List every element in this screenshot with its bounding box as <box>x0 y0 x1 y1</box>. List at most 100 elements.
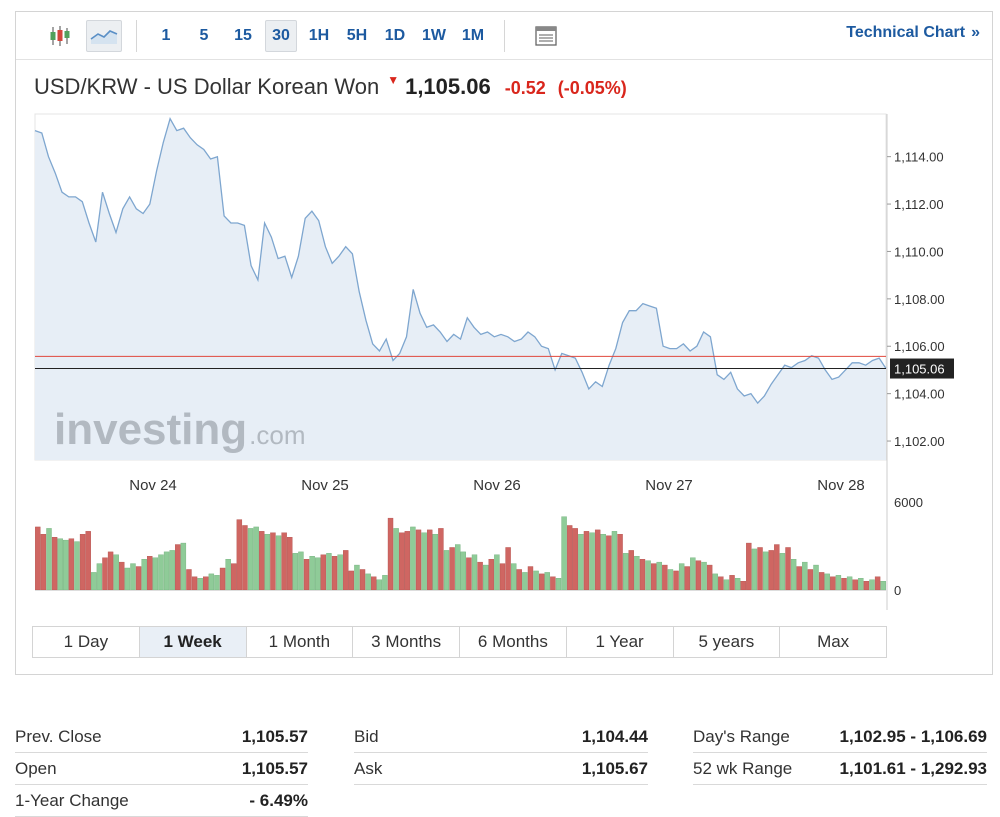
volume-bar <box>874 576 881 591</box>
volume-bar <box>152 557 159 591</box>
volume-bar <box>785 547 791 591</box>
volume-bar <box>701 561 707 591</box>
volume-bar <box>600 534 606 591</box>
stats-column-1: Prev. Close 1,105.57 Open 1,105.57 1-Yea… <box>15 721 308 817</box>
volume-bar <box>247 528 254 591</box>
volume-bar <box>729 575 735 591</box>
stats-column-3: Day's Range 1,102.95 - 1,106.69 52 wk Ra… <box>693 721 987 785</box>
volume-bar <box>74 541 80 591</box>
volume-bar <box>147 556 153 591</box>
volume-bar <box>214 575 220 591</box>
volume-bar <box>712 573 718 591</box>
volume-bar <box>326 553 332 591</box>
volume-bar <box>225 559 231 591</box>
volume-bar <box>337 554 343 591</box>
volume-bar <box>270 532 276 591</box>
volume-bar <box>68 538 75 591</box>
volume-bar <box>359 569 366 591</box>
volume-bar <box>538 573 545 591</box>
volume-bar <box>718 576 724 591</box>
volume-bar <box>264 534 271 591</box>
stat-value: - 6.49% <box>249 790 308 810</box>
volume-bar <box>393 528 399 591</box>
x-tick-label: Nov 27 <box>645 477 693 494</box>
range-tab-3-months[interactable]: 3 Months <box>353 627 460 657</box>
volume-bar <box>51 537 58 591</box>
range-tab-1-day[interactable]: 1 Day <box>33 627 140 657</box>
volume-bar <box>471 554 478 591</box>
volume-bar <box>544 572 550 591</box>
volume-axis-label: 6000 <box>894 495 923 510</box>
stat-label: Bid <box>354 726 379 746</box>
range-tab-1-year[interactable]: 1 Year <box>567 627 674 657</box>
volume-bar <box>841 578 847 591</box>
volume-bar <box>818 572 825 591</box>
volume-bar <box>46 528 52 591</box>
volume-bar <box>796 566 802 591</box>
volume-bar <box>303 559 310 591</box>
volume-bar <box>331 556 338 591</box>
volume-bar <box>482 564 489 591</box>
volume-bar <box>622 553 629 591</box>
volume-bar <box>561 516 567 591</box>
volume-bar <box>236 519 243 591</box>
volume-bar <box>617 534 623 591</box>
stat-value: 1,105.67 <box>581 758 648 778</box>
volume-bar <box>163 551 170 591</box>
volume-bar <box>158 554 164 591</box>
volume-bar <box>505 547 511 591</box>
volume-bar <box>135 566 142 591</box>
volume-bar <box>365 573 371 591</box>
stat-value: 1,101.61 - 1,292.93 <box>839 758 987 778</box>
volume-bar <box>242 525 248 591</box>
volume-bar <box>807 569 814 591</box>
volume-bar <box>57 538 63 591</box>
volume-bar <box>611 531 618 591</box>
stat-row-ask: Ask 1,105.67 <box>354 753 648 785</box>
volume-bar <box>432 534 439 591</box>
stat-row-bid: Bid 1,104.44 <box>354 721 648 753</box>
volume-bar <box>219 567 226 591</box>
volume-bar <box>141 559 147 591</box>
volume-bar <box>802 561 808 591</box>
volume-bar <box>824 573 830 591</box>
volume-bar <box>438 528 444 591</box>
volume-bar <box>746 542 752 591</box>
range-tab-1-week[interactable]: 1 Week <box>139 627 247 657</box>
stats-column-2: Bid 1,104.44 Ask 1,105.67 <box>354 721 648 785</box>
volume-bar <box>510 563 517 591</box>
range-tab-1-month[interactable]: 1 Month <box>247 627 354 657</box>
volume-bar <box>466 557 472 591</box>
volume-bar <box>555 578 562 591</box>
volume-bar <box>387 517 394 591</box>
volume-bar <box>119 561 125 591</box>
volume-bar <box>63 539 69 591</box>
volume-bar <box>309 556 315 591</box>
stat-value: 1,102.95 - 1,106.69 <box>839 726 987 746</box>
x-tick-label: Nov 28 <box>817 477 865 494</box>
stat-row-days-range: Day's Range 1,102.95 - 1,106.69 <box>693 721 987 753</box>
stat-row-52-week-range: 52 wk Range 1,101.61 - 1,292.93 <box>693 753 987 785</box>
range-tab-max[interactable]: Max <box>780 627 886 657</box>
volume-bar <box>566 525 573 591</box>
volume-bar <box>102 557 108 591</box>
volume-bar <box>734 578 741 591</box>
volume-bar <box>281 532 287 591</box>
range-tab-6-months[interactable]: 6 Months <box>460 627 567 657</box>
stat-value: 1,105.57 <box>241 726 308 746</box>
volume-bar <box>371 576 377 591</box>
volume-bar <box>40 534 47 591</box>
volume-bar <box>376 579 383 591</box>
range-tab-5-years[interactable]: 5 years <box>674 627 781 657</box>
volume-bar <box>852 579 858 591</box>
stat-label: Prev. Close <box>15 726 102 746</box>
volume-bar <box>130 563 136 591</box>
current-price-label: 1,105.06 <box>894 362 945 377</box>
volume-bar <box>662 564 668 591</box>
volume-bar <box>667 569 674 591</box>
volume-bar <box>197 578 203 591</box>
volume-bar <box>762 551 769 591</box>
volume-bar <box>443 550 450 591</box>
volume-bar <box>180 542 187 591</box>
stat-label: 1-Year Change <box>15 790 129 810</box>
